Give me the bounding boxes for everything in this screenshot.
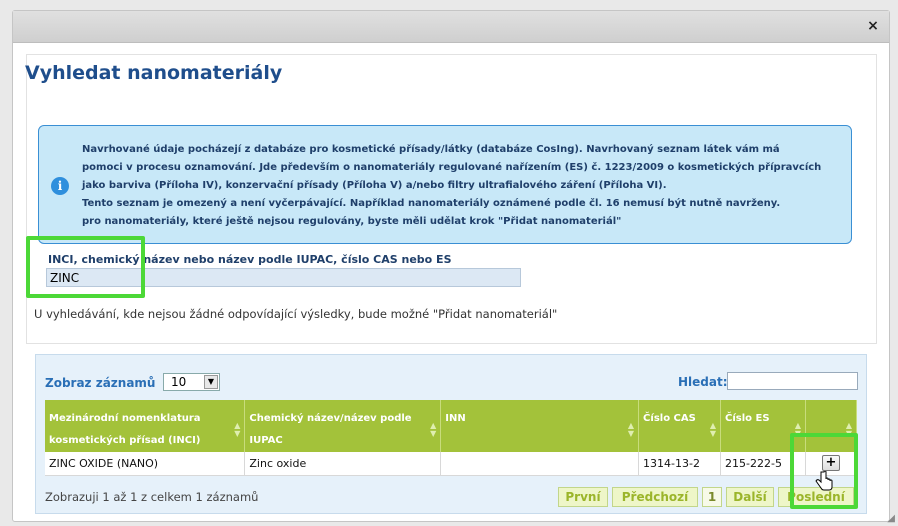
close-icon[interactable]: ×: [865, 18, 881, 34]
pager-prev-button[interactable]: Předchozí: [612, 487, 698, 507]
column-header-action[interactable]: ▲ ▼: [805, 400, 858, 452]
info-line: pro nanomateriály, které ještě nejsou re…: [82, 216, 622, 227]
column-header-es[interactable]: Číslo ES ▲ ▼: [720, 400, 806, 452]
column-header-chemical[interactable]: Chemický název/název podle IUPAC ▲ ▼: [244, 400, 442, 452]
info-box: i Navrhované údaje pocházejí z databáze …: [38, 125, 852, 244]
find-label: Hledat:: [678, 375, 728, 389]
records-per-page-label: Zobraz záznamů: [45, 376, 156, 390]
column-header-inci[interactable]: Mezinárodní nomenklatura kosmetických př…: [45, 400, 246, 452]
search-input[interactable]: [46, 268, 521, 287]
column-header-label: INN: [445, 413, 466, 424]
cell-inn: [440, 452, 640, 476]
column-header-label: Chemický název/název podle IUPAC: [249, 413, 412, 446]
cell-chemical: Zinc oxide: [244, 452, 442, 476]
search-label: INCI, chemický název nebo název podle IU…: [48, 253, 452, 266]
page-title: Vyhledat nanomateriály: [25, 62, 283, 84]
sort-icon: ▲ ▼: [845, 421, 852, 438]
records-per-page-select[interactable]: 10 ▼: [163, 373, 220, 391]
pager-first-button[interactable]: První: [558, 487, 608, 507]
column-header-label: Číslo ES: [725, 413, 770, 424]
info-line: jako barviva (Příloha IV), konzervační p…: [82, 180, 667, 191]
dialog-titlebar[interactable]: ×: [13, 11, 889, 43]
table-row: ZINC OXIDE (NANO) Zinc oxide 1314-13-2 2…: [45, 452, 858, 476]
column-header-label: Číslo CAS: [643, 413, 696, 424]
hand-cursor-icon: [815, 471, 833, 491]
column-header-label: Mezinárodní nomenklatura kosmetických př…: [49, 413, 201, 446]
results-table: Mezinárodní nomenklatura kosmetických př…: [45, 400, 858, 476]
info-icon: i: [51, 177, 69, 195]
info-line: Tento seznam je omezený a není vyčerpáva…: [82, 198, 781, 209]
sort-icon: ▲ ▼: [234, 421, 241, 438]
sort-icon: ▲ ▼: [627, 421, 635, 438]
cell-inci: ZINC OXIDE (NANO): [45, 452, 246, 476]
chevron-down-icon[interactable]: ▼: [204, 375, 218, 389]
records-per-page-value: 10: [171, 375, 187, 389]
cell-cas: 1314-13-2: [638, 452, 722, 476]
find-input[interactable]: [727, 372, 858, 390]
column-header-cas[interactable]: Číslo CAS ▲ ▼: [638, 400, 722, 452]
pager-page-button[interactable]: 1: [702, 487, 722, 507]
table-info: Zobrazuji 1 až 1 z celkem 1 záznamů: [45, 490, 259, 504]
sort-icon: ▲ ▼: [709, 421, 717, 438]
info-line: Navrhované údaje pocházejí z databáze pr…: [82, 144, 780, 155]
pager-next-button[interactable]: Další: [726, 487, 774, 507]
sort-icon: ▲ ▼: [430, 421, 437, 438]
cell-es: 215-222-5: [720, 452, 806, 476]
column-header-inn[interactable]: INN ▲ ▼: [440, 400, 640, 452]
search-note: U vyhledávání, kde nejsou žádné odpovída…: [34, 307, 558, 321]
sort-icon: ▲ ▼: [794, 421, 801, 438]
info-line: pomoci v procesu oznamování. Jde předevš…: [82, 162, 822, 173]
info-text: Navrhované údaje pocházejí z databáze pr…: [82, 141, 852, 231]
resize-grip-icon[interactable]: ◢: [887, 513, 895, 524]
results-panel: Zobraz záznamů 10 ▼ Hledat: Mezinárodní …: [35, 354, 867, 514]
add-nanomaterial-button[interactable]: +: [821, 455, 840, 472]
